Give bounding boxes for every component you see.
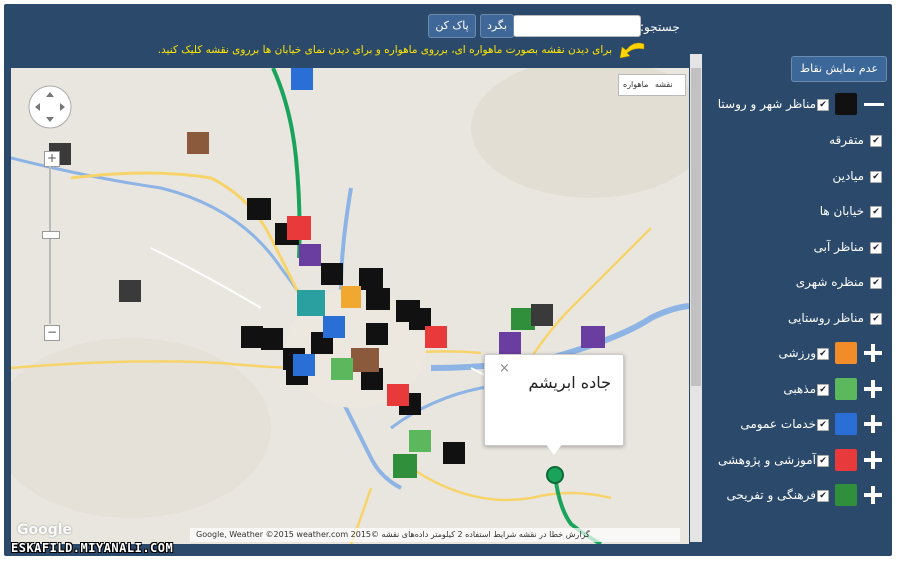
curved-arrow-icon xyxy=(619,42,645,59)
expand-plus-icon[interactable] xyxy=(862,449,884,471)
layer-checkbox[interactable]: ✔ xyxy=(870,206,882,218)
layer-checkbox[interactable]: ✔ xyxy=(817,490,829,502)
layer-row-streets[interactable]: خیابان ها ✔ xyxy=(704,200,888,224)
collapse-icon[interactable] xyxy=(864,103,884,106)
map-type-control[interactable]: ماهواره نقشه xyxy=(618,74,686,96)
layer-checkbox[interactable]: ✔ xyxy=(817,348,829,360)
layer-row-squares[interactable]: میادین ✔ xyxy=(704,165,888,189)
search-label: جستجو: xyxy=(640,20,680,34)
info-window-tail xyxy=(545,443,563,455)
layer-row-public-services[interactable]: خدمات عمومی ✔ xyxy=(704,413,888,437)
camera-icon xyxy=(835,93,857,115)
map-layer[interactable] xyxy=(11,68,689,544)
sports-icon xyxy=(835,342,857,364)
layer-row-education[interactable]: آموزشی و پژوهشی ✔ xyxy=(704,449,888,473)
mosque-icon xyxy=(835,378,857,400)
layer-label: خیابان ها xyxy=(819,204,864,218)
layer-label: مناظر شهر و روستا xyxy=(717,97,816,111)
map-canvas[interactable] xyxy=(11,68,689,544)
map-hint: برای دیدن نقشه بصورت ماهواره ای، برروی م… xyxy=(157,44,612,56)
map-type-satellite[interactable]: ماهواره xyxy=(623,80,648,89)
layer-checkbox[interactable]: ✔ xyxy=(870,277,882,289)
layer-checkbox[interactable]: ✔ xyxy=(817,455,829,467)
layer-row-urban-view[interactable]: منظره شهری ✔ xyxy=(704,271,888,295)
layer-label: مناظر روستایی xyxy=(788,311,864,325)
hide-points-button[interactable]: عدم نمایش نقاط xyxy=(791,56,887,82)
layer-label: ورزشی xyxy=(778,346,816,360)
info-window: × جاده ابریشم xyxy=(484,354,624,446)
layer-row-rural-views[interactable]: مناظر روستایی ✔ xyxy=(704,307,888,331)
layer-checkbox[interactable]: ✔ xyxy=(870,242,882,254)
page-frame: جستجو: بگرد پاک کن برای دیدن نقشه بصورت … xyxy=(0,0,900,565)
expand-plus-icon[interactable] xyxy=(862,413,884,435)
layer-label: فرهنگی و تفریحی xyxy=(726,488,816,502)
layer-checkbox[interactable]: ✔ xyxy=(870,135,882,147)
site-watermark: ESKAFILD.MIYANALI.COM xyxy=(11,541,174,555)
layer-row-sports[interactable]: ورزشی ✔ xyxy=(704,342,888,366)
layer-label: متفرقه xyxy=(829,133,864,147)
layer-label: خدمات عمومی xyxy=(740,417,816,431)
search-input[interactable] xyxy=(513,15,641,37)
layer-row-culture[interactable]: فرهنگی و تفریحی ✔ xyxy=(704,484,888,508)
expand-plus-icon[interactable] xyxy=(862,342,884,364)
layer-row-water-views[interactable]: مناظر آبی ✔ xyxy=(704,236,888,260)
tree-icon xyxy=(835,484,857,506)
layer-checkbox[interactable]: ✔ xyxy=(817,419,829,431)
map-attribution: گزارش خطا در نقشه شرایط استفاده 2 کیلومت… xyxy=(196,530,590,539)
expand-plus-icon[interactable] xyxy=(862,378,884,400)
info-window-title: جاده ابریشم xyxy=(528,373,611,392)
layer-label: منظره شهری xyxy=(795,275,864,289)
layer-label: میادین xyxy=(832,169,864,183)
layer-checkbox[interactable]: ✔ xyxy=(870,171,882,183)
map-type-map[interactable]: نقشه xyxy=(655,80,673,89)
layer-row-city-views[interactable]: مناظر شهر و روستا ✔ xyxy=(704,93,888,117)
mail-icon xyxy=(835,413,857,435)
expand-plus-icon[interactable] xyxy=(862,484,884,506)
pan-control[interactable] xyxy=(27,84,73,130)
zoom-slider-handle[interactable] xyxy=(42,231,60,239)
layer-label: مذهبی xyxy=(783,382,816,396)
close-icon[interactable]: × xyxy=(499,361,510,376)
layer-row-misc[interactable]: متفرقه ✔ xyxy=(704,129,888,153)
search-button[interactable]: بگرد xyxy=(480,14,514,38)
map-footer: گزارش خطا در نقشه شرایط استفاده 2 کیلومت… xyxy=(190,528,680,542)
clear-button[interactable]: پاک کن xyxy=(428,14,476,38)
layer-row-religious[interactable]: مذهبی ✔ xyxy=(704,378,888,402)
layer-label: آموزشی و پژوهشی xyxy=(717,453,816,467)
scrollbar-thumb[interactable] xyxy=(691,68,701,386)
layer-checkbox[interactable]: ✔ xyxy=(870,313,882,325)
layer-checkbox[interactable]: ✔ xyxy=(817,99,829,111)
zoom-out-button[interactable]: − xyxy=(44,325,60,341)
layer-label: مناظر آبی xyxy=(813,240,864,254)
school-icon xyxy=(835,449,857,471)
zoom-track[interactable] xyxy=(49,166,51,324)
layer-checkbox[interactable]: ✔ xyxy=(817,384,829,396)
zoom-in-button[interactable]: + xyxy=(44,151,60,167)
google-logo: Google xyxy=(17,522,73,538)
